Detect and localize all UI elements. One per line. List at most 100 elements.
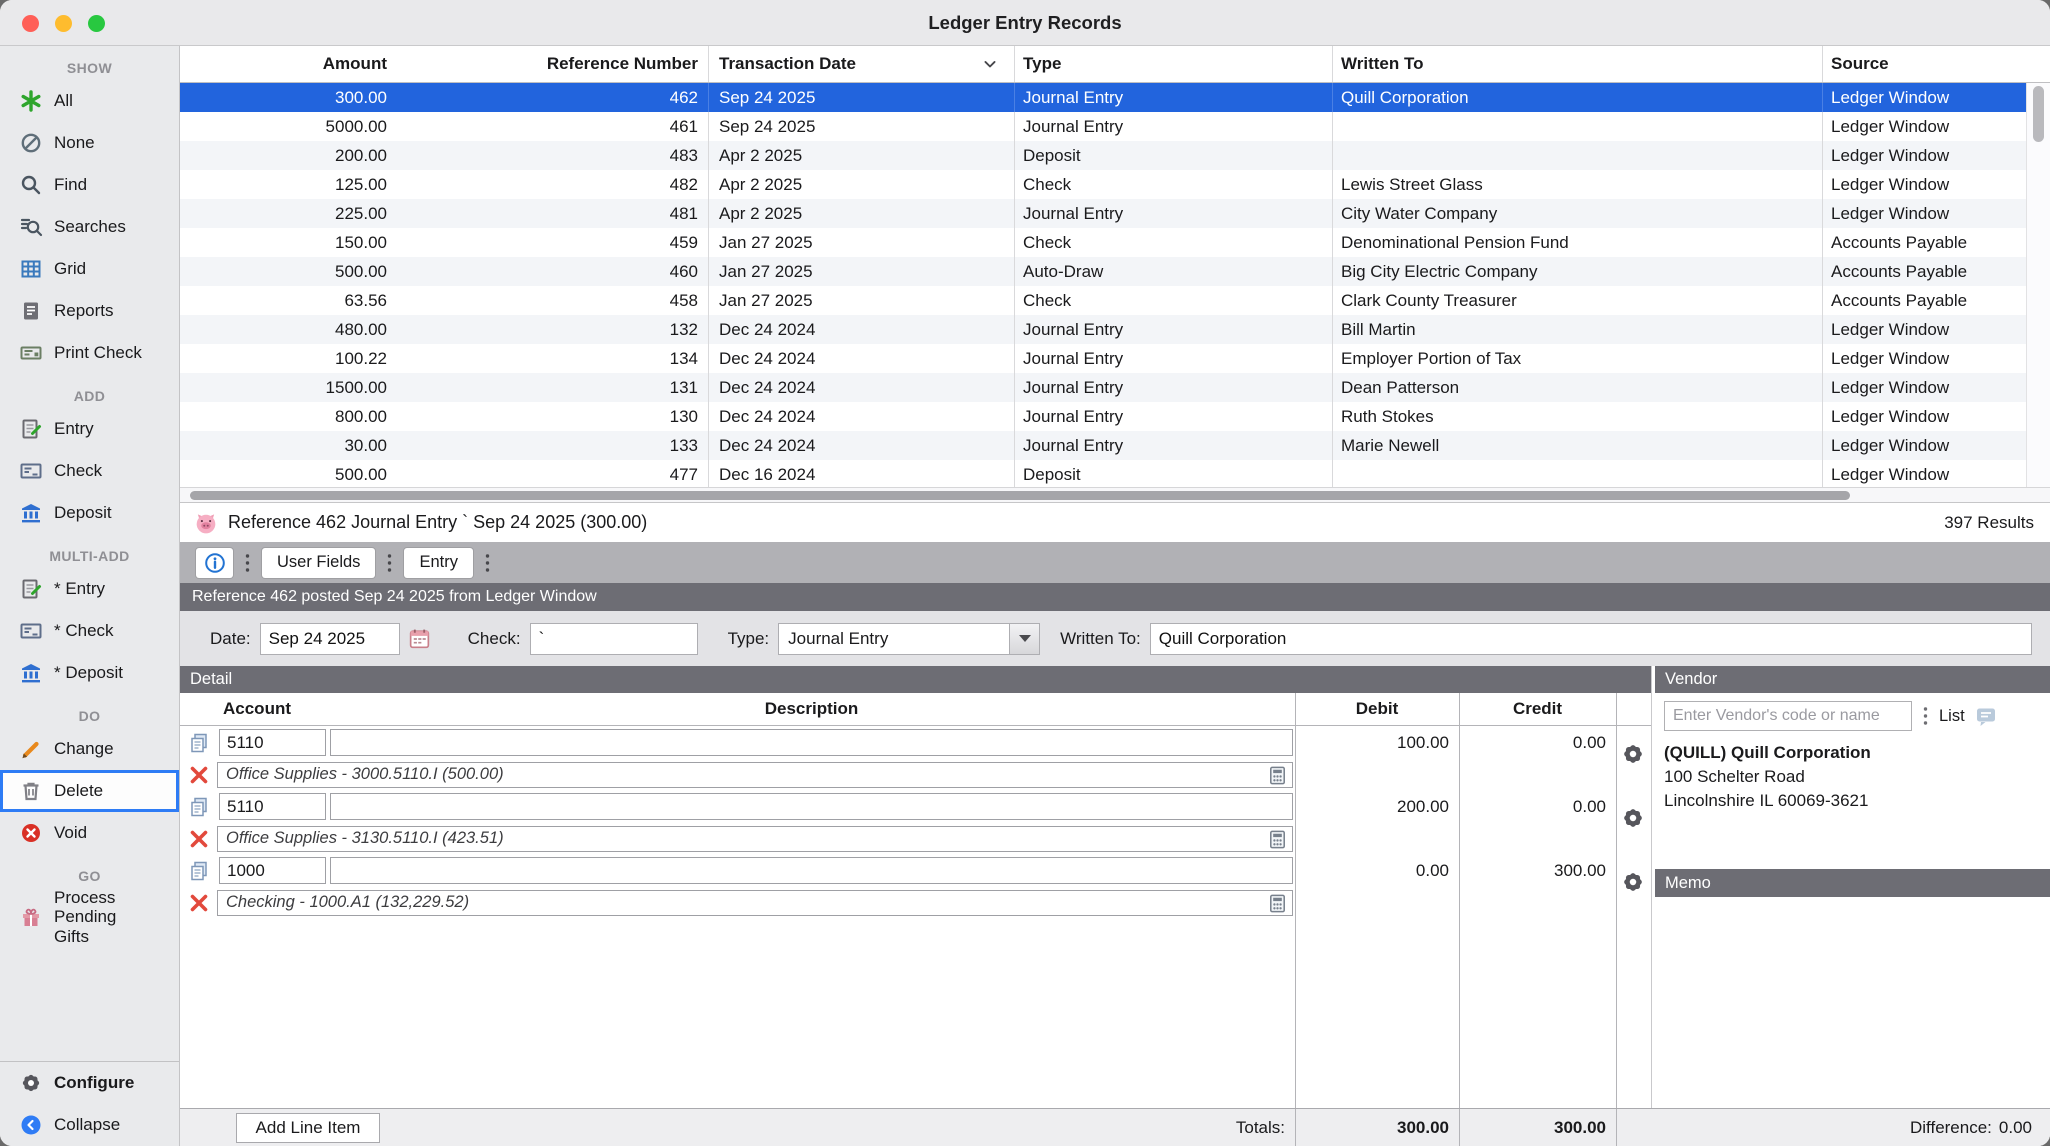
dropdown-arrow-button[interactable]	[1009, 624, 1039, 654]
sidebar-item-collapse[interactable]: Collapse	[0, 1104, 179, 1146]
tab-menu-dots-icon[interactable]	[385, 551, 394, 575]
account-info-text: Checking - 1000.A1 (132,229.52)	[226, 893, 469, 912]
memo-area[interactable]	[1652, 897, 2050, 1108]
cell-amount: 5000.00	[180, 112, 401, 141]
type-dropdown[interactable]: Journal Entry	[778, 623, 1040, 655]
sidebar-item-configure[interactable]: Configure	[0, 1062, 179, 1104]
description-field[interactable]	[330, 857, 1293, 884]
line-settings-gear-icon[interactable]	[1620, 869, 1646, 895]
table-row[interactable]: 5000.00461Sep 24 2025Journal EntryLedger…	[180, 112, 2026, 141]
account-field[interactable]: 5110	[219, 793, 326, 820]
sidebar-item-print-check[interactable]: Print Check	[0, 332, 179, 374]
column-header-type[interactable]: Type	[1014, 46, 1332, 82]
tab-menu-dots-icon[interactable]	[483, 551, 492, 575]
description-cell	[328, 857, 1295, 884]
sidebar-item-label: * Deposit	[54, 663, 123, 683]
vendor-menu-dots-icon[interactable]	[1921, 704, 1930, 728]
table-row[interactable]: 63.56458Jan 27 2025CheckClark County Tre…	[180, 286, 2026, 315]
sidebar-item-entry[interactable]: Entry	[0, 408, 179, 450]
sidebar-item-all[interactable]: All	[0, 80, 179, 122]
table-row[interactable]: 500.00477Dec 16 2024DepositLedger Window	[180, 460, 2026, 487]
close-window-button[interactable]	[22, 15, 39, 32]
tab-entry[interactable]: Entry	[404, 548, 473, 578]
line-settings-gear-icon[interactable]	[1620, 741, 1646, 767]
sidebar-item-find[interactable]: Find	[0, 164, 179, 206]
sidebar-item-check[interactable]: Check	[0, 450, 179, 492]
calculator-icon[interactable]	[1266, 828, 1289, 851]
description-field[interactable]	[330, 793, 1293, 820]
sidebar-item-label: Change	[54, 739, 114, 759]
sidebar-item-multi-check[interactable]: * Check	[0, 610, 179, 652]
credit-cell[interactable]: 0.00	[1459, 797, 1616, 817]
column-header-amount[interactable]: Amount	[180, 46, 401, 82]
description-field[interactable]	[330, 729, 1293, 756]
check-number-input[interactable]	[530, 623, 698, 655]
copy-document-icon[interactable]	[187, 731, 211, 755]
table-row[interactable]: 500.00460Jan 27 2025Auto-DrawBig City El…	[180, 257, 2026, 286]
zoom-window-button[interactable]	[88, 15, 105, 32]
debit-cell[interactable]: 100.00	[1295, 733, 1459, 753]
cell-amount: 300.00	[180, 83, 401, 112]
calculator-icon[interactable]	[1266, 892, 1289, 915]
sidebar-item-none[interactable]: None	[0, 122, 179, 164]
column-header-source[interactable]: Source	[1822, 46, 2026, 82]
grid-line-credit	[1459, 693, 1460, 1108]
main-area: Amount Reference Number Transaction Date…	[180, 46, 2050, 1146]
sidebar-item-grid[interactable]: Grid	[0, 248, 179, 290]
sidebar-item-change[interactable]: Change	[0, 728, 179, 770]
cell-type: Check	[1014, 286, 1332, 315]
table-row[interactable]: 480.00132Dec 24 2024Journal EntryBill Ma…	[180, 315, 2026, 344]
vendor-search-input[interactable]	[1664, 701, 1912, 731]
table-row[interactable]: 125.00482Apr 2 2025CheckLewis Street Gla…	[180, 170, 2026, 199]
table-row[interactable]: 1500.00131Dec 24 2024Journal EntryDean P…	[180, 373, 2026, 402]
table-row[interactable]: 150.00459Jan 27 2025CheckDenominational …	[180, 228, 2026, 257]
table-row[interactable]: 30.00133Dec 24 2024Journal EntryMarie Ne…	[180, 431, 2026, 460]
table-row[interactable]: 225.00481Apr 2 2025Journal EntryCity Wat…	[180, 199, 2026, 228]
minimize-window-button[interactable]	[55, 15, 72, 32]
date-input[interactable]	[260, 623, 400, 655]
account-field[interactable]: 5110	[219, 729, 326, 756]
tab-user-fields[interactable]: User Fields	[262, 548, 375, 578]
column-header-written-to[interactable]: Written To	[1332, 46, 1822, 82]
sidebar-item-deposit[interactable]: Deposit	[0, 492, 179, 534]
tab-menu-dots-icon[interactable]	[243, 551, 252, 575]
written-to-input[interactable]	[1150, 623, 2032, 655]
table-row[interactable]: 800.00130Dec 24 2024Journal EntryRuth St…	[180, 402, 2026, 431]
account-field[interactable]: 1000	[219, 857, 326, 884]
calculator-icon[interactable]	[1266, 764, 1289, 787]
horizontal-scrollbar-thumb[interactable]	[190, 491, 1850, 500]
delete-line-x-icon[interactable]	[187, 827, 211, 851]
sidebar-item-reports[interactable]: Reports	[0, 290, 179, 332]
sidebar-item-label: Print Check	[54, 343, 142, 363]
debit-cell[interactable]: 0.00	[1295, 861, 1459, 881]
sidebar-item-searches[interactable]: Searches	[0, 206, 179, 248]
sidebar-item-label: Void	[54, 823, 87, 843]
copy-document-icon[interactable]	[187, 795, 211, 819]
sidebar-item-multi-deposit[interactable]: * Deposit	[0, 652, 179, 694]
credit-cell[interactable]: 300.00	[1459, 861, 1616, 881]
vendor-list-chat-icon[interactable]	[1974, 704, 1998, 728]
column-header-reference-number[interactable]: Reference Number	[401, 46, 708, 82]
credit-cell[interactable]: 0.00	[1459, 733, 1616, 753]
collapse-icon	[19, 1113, 43, 1137]
column-header-transaction-date[interactable]: Transaction Date	[708, 46, 1014, 82]
add-line-item-button[interactable]: Add Line Item	[236, 1113, 380, 1143]
sidebar-item-process-pending-gifts[interactable]: Process Pending Gifts	[0, 888, 179, 946]
vendor-list-button[interactable]: List	[1939, 707, 1965, 726]
table-row[interactable]: 100.22134Dec 24 2024Journal EntryEmploye…	[180, 344, 2026, 373]
sidebar-item-multi-entry[interactable]: * Entry	[0, 568, 179, 610]
vertical-scrollbar-thumb[interactable]	[2033, 86, 2044, 142]
sidebar-item-delete[interactable]: Delete	[0, 770, 179, 812]
delete-line-x-icon[interactable]	[187, 891, 211, 915]
horizontal-scrollbar	[180, 487, 2050, 502]
delete-line-x-icon[interactable]	[187, 763, 211, 787]
tab-info[interactable]	[196, 548, 233, 578]
line-settings-gear-icon[interactable]	[1620, 805, 1646, 831]
sidebar-item-void[interactable]: Void	[0, 812, 179, 854]
debit-cell[interactable]: 200.00	[1295, 797, 1459, 817]
calendar-icon[interactable]	[407, 626, 432, 651]
table-row[interactable]: 300.00462Sep 24 2025Journal EntryQuill C…	[180, 83, 2026, 112]
table-row[interactable]: 200.00483Apr 2 2025DepositLedger Window	[180, 141, 2026, 170]
vendor-name: (QUILL) Quill Corporation	[1664, 743, 2040, 763]
copy-document-icon[interactable]	[187, 859, 211, 883]
